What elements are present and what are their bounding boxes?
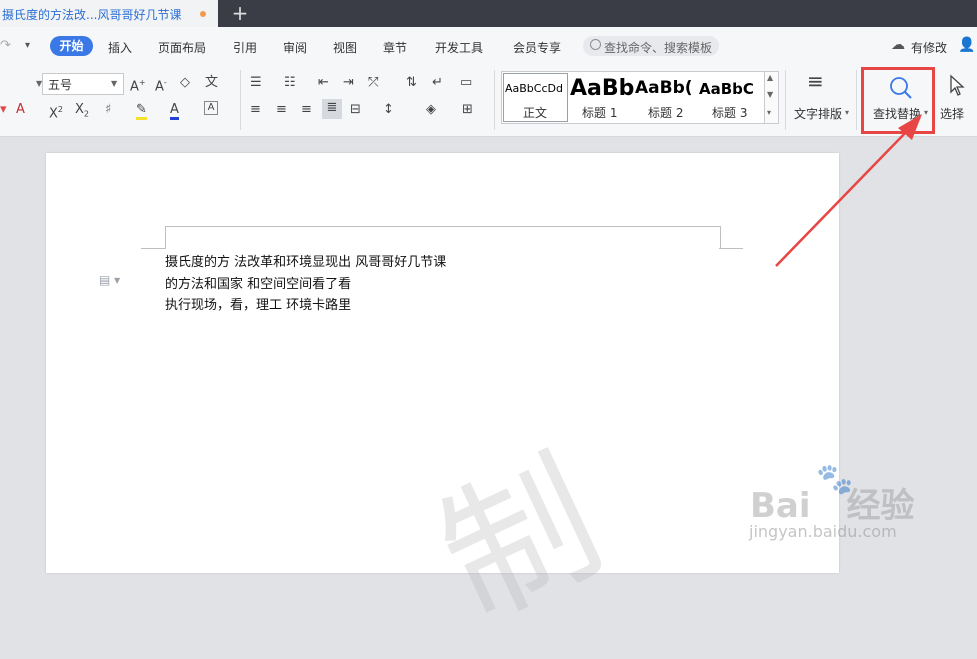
- text-direction-icon[interactable]: ⤱: [368, 74, 378, 92]
- char-border-icon[interactable]: A: [204, 101, 218, 115]
- baidu-paw-icon: 🐾: [816, 462, 854, 497]
- font-size-select[interactable]: 五号 ▼: [42, 73, 124, 95]
- menu-tab-developer[interactable]: 开发工具: [435, 39, 483, 56]
- redo-icon[interactable]: ↷: [0, 38, 11, 53]
- style-name-normal: 正文: [523, 106, 548, 120]
- font-size-value: 五号: [48, 78, 73, 92]
- scroll-up-icon[interactable]: ▲: [767, 73, 773, 82]
- menu-tab-review[interactable]: 审阅: [283, 39, 307, 56]
- document-tab[interactable]: 摄氏度的方法改...风哥哥好几节课: [0, 0, 218, 27]
- ribbon-separator: [240, 70, 241, 130]
- text-effect-icon[interactable]: A: [16, 101, 25, 119]
- style-preview-heading-2[interactable]: AaBb(: [635, 78, 697, 98]
- text-layout-icon[interactable]: ≡: [807, 71, 824, 91]
- header-boundary: [165, 226, 721, 249]
- modified-status[interactable]: 有修改: [911, 39, 947, 56]
- font-color-icon[interactable]: A: [170, 101, 179, 120]
- clear-format-icon[interactable]: ◇: [180, 74, 190, 92]
- sort-icon[interactable]: ⇅: [406, 74, 417, 92]
- ruler-icon[interactable]: ▭: [460, 74, 472, 92]
- scroll-down-icon[interactable]: ▼: [767, 90, 773, 99]
- menu-tab-chapter[interactable]: 章节: [383, 39, 407, 56]
- margin-mark-left: [141, 248, 165, 249]
- shrink-font-icon[interactable]: A-: [155, 74, 167, 96]
- show-marks-icon[interactable]: ↵: [432, 74, 443, 92]
- justify-icon[interactable]: ≣: [322, 99, 342, 119]
- align-center-icon[interactable]: ≡: [276, 101, 287, 119]
- align-left-icon[interactable]: ≡: [250, 101, 261, 119]
- numbered-list-icon[interactable]: ☷: [284, 74, 296, 92]
- superscript-icon[interactable]: X2: [49, 101, 63, 123]
- command-search[interactable]: 查找命令、搜索模板: [583, 36, 719, 56]
- search-icon: [590, 39, 601, 50]
- document-tab-title: 摄氏度的方法改...风哥哥好几节课: [2, 8, 182, 22]
- borders-icon[interactable]: ⊞: [462, 101, 473, 119]
- subscript-icon[interactable]: X2: [75, 101, 89, 124]
- phonetic-icon[interactable]: 文: [205, 74, 218, 92]
- new-tab-button[interactable]: +: [230, 1, 250, 25]
- grow-font-icon[interactable]: A+: [130, 74, 146, 96]
- menu-tab-view[interactable]: 视图: [333, 39, 357, 56]
- style-name-heading-1: 标题 1: [582, 106, 618, 120]
- menu-tab-start[interactable]: 开始: [50, 36, 93, 56]
- baidu-watermark-jingyan: 经验: [846, 486, 915, 526]
- line-spacing-icon[interactable]: ↕: [383, 101, 394, 119]
- unsaved-dot-icon: [200, 11, 206, 17]
- style-gallery: AaBbCcDd 正文 AaBb 标题 1 AaBb( 标题 2 AaBbC 标…: [501, 71, 766, 124]
- tab-bar: 摄氏度的方法改...风哥哥好几节课 +: [0, 0, 977, 27]
- menu-bar: [0, 27, 977, 64]
- baidu-watermark-text: Bai: [750, 486, 811, 526]
- decrease-indent-icon[interactable]: ⇤: [318, 74, 329, 92]
- quick-access-dropdown-icon[interactable]: ▾: [25, 40, 30, 51]
- ribbon-separator: [494, 70, 495, 130]
- distribute-icon[interactable]: ⊟: [350, 101, 361, 119]
- style-preview-heading-3[interactable]: AaBbC: [699, 80, 761, 98]
- font-size-dropdown-icon: ▼: [111, 79, 118, 88]
- style-preview-heading-1[interactable]: AaBb: [570, 76, 634, 101]
- style-preview-normal: AaBbCcDd: [505, 82, 563, 95]
- highlight-icon[interactable]: ✎: [136, 101, 147, 120]
- font-color-dropdown-icon[interactable]: ▾: [0, 101, 7, 119]
- menu-tab-member[interactable]: 会员专享: [513, 39, 561, 56]
- margin-mark-right: [719, 248, 743, 249]
- aa-case-icon[interactable]: ♯: [105, 101, 111, 119]
- style-name-heading-2: 标题 2: [648, 106, 684, 120]
- menu-tab-references[interactable]: 引用: [233, 39, 257, 56]
- annotation-arrow: [775, 114, 922, 267]
- document-line-2[interactable]: 的方法和国家 和空间空间看了看: [165, 273, 351, 292]
- bullet-list-icon[interactable]: ☰: [250, 74, 262, 92]
- style-name-heading-3: 标题 3: [712, 106, 748, 120]
- menu-tab-insert[interactable]: 插入: [108, 39, 132, 56]
- user-icon[interactable]: 👤: [958, 37, 975, 53]
- cloud-sync-icon[interactable]: ☁: [891, 37, 905, 53]
- increase-indent-icon[interactable]: ⇥: [343, 74, 354, 92]
- select-button[interactable]: 选择: [940, 105, 964, 122]
- document-line-3[interactable]: 执行现场，看，理工 环境卡路里: [165, 294, 351, 313]
- document-line-1[interactable]: 摄氏度的方 法改革和环境显现出 风哥哥好几节课: [165, 251, 446, 270]
- magnifier-icon[interactable]: [888, 75, 914, 101]
- command-search-placeholder: 查找命令、搜索模板: [604, 41, 713, 55]
- cursor-icon[interactable]: [949, 74, 965, 98]
- shading-icon[interactable]: ◈: [426, 101, 436, 119]
- baidu-watermark-url: jingyan.baidu.com: [749, 522, 897, 541]
- align-right-icon[interactable]: ≡: [301, 101, 312, 119]
- paragraph-handle-icon[interactable]: ▤ ▾: [99, 273, 120, 287]
- menu-tab-page-layout[interactable]: 页面布局: [158, 39, 206, 56]
